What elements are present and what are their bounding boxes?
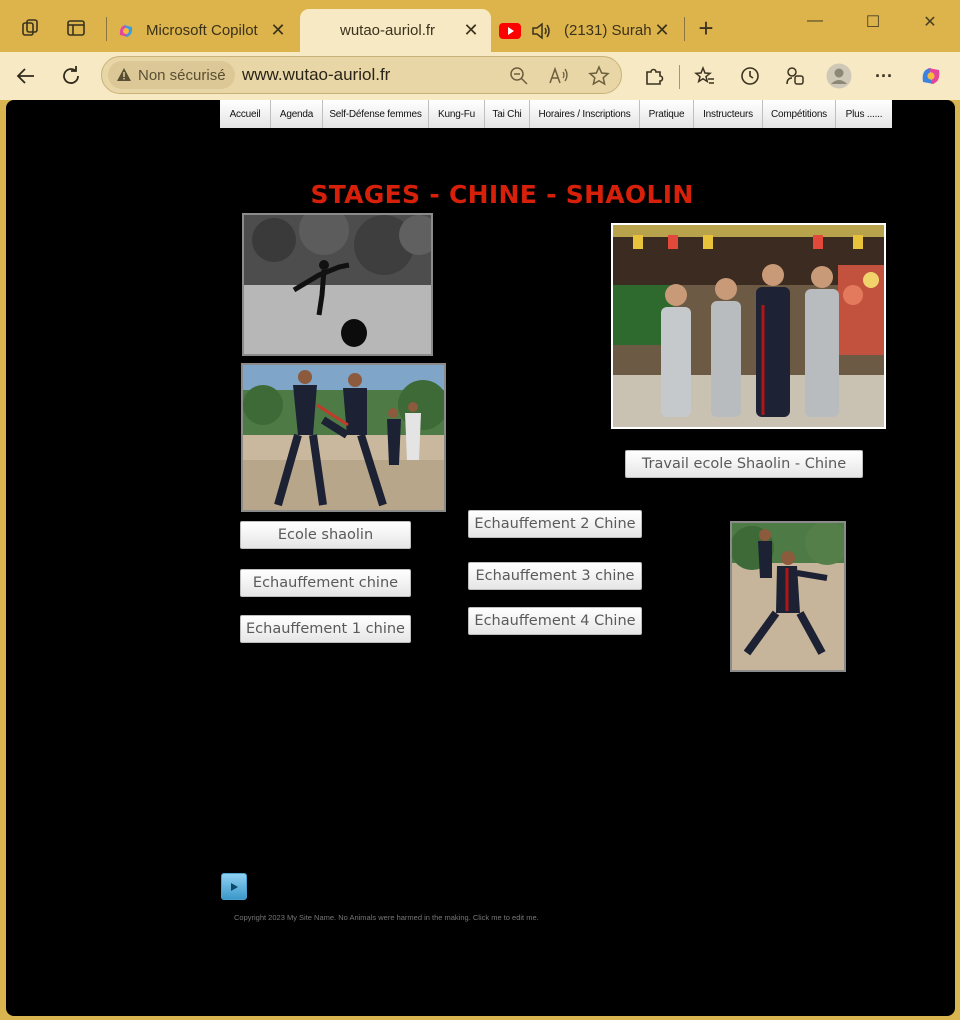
security-indicator[interactable]: Non sécurisé [108,61,235,89]
photo-partner-training[interactable] [241,363,446,512]
extensions-icon[interactable] [641,63,667,89]
youtube-favicon [499,22,521,39]
profile-icon[interactable] [826,63,852,89]
security-label: Non sécurisé [138,66,226,84]
more-icon[interactable]: ··· [871,63,897,89]
echauffement-2-chine-button[interactable]: Echauffement 2 Chine [468,510,642,538]
tab-bar: Microsoft Copilot ✕ wutao-auriol.fr ✕ (2… [0,0,960,52]
tab-close-icon[interactable]: ✕ [268,20,288,41]
tab-label: wutao-auriol.fr [340,22,436,39]
warning-icon [116,67,132,83]
nav-kung-fu[interactable]: Kung-Fu [429,100,485,128]
copilot-favicon [116,21,136,41]
copyright-text[interactable]: Copyright 2023 My Site Name. No Animals … [234,913,539,922]
close-window-icon[interactable]: ✕ [915,12,945,32]
new-tab-button[interactable]: + [692,13,720,43]
photo-jump-kick[interactable] [242,213,433,356]
url-text[interactable]: www.wutao-auriol.fr [242,65,390,85]
echauffement-3-chine-button[interactable]: Echauffement 3 chine [468,562,642,590]
history-icon[interactable] [737,63,763,89]
tab-label: Microsoft Copilot [146,22,258,39]
nav-instructeurs[interactable]: Instructeurs [694,100,763,128]
tab-actions-icon[interactable] [62,14,90,42]
favorite-star-icon[interactable] [588,65,610,87]
nav-pratique[interactable]: Pratique [640,100,694,128]
page-viewport: Accueil Agenda Self-Défense femmes Kung-… [6,100,955,1016]
nav-accueil[interactable]: Accueil [220,100,271,128]
zoom-icon[interactable] [508,65,530,87]
tab-copilot[interactable]: Microsoft Copilot ✕ [110,9,298,52]
site-nav: Accueil Agenda Self-Défense femmes Kung-… [220,100,892,128]
refresh-icon[interactable] [56,62,86,90]
copilot-icon[interactable] [918,63,944,89]
echauffement-4-chine-button[interactable]: Echauffement 4 Chine [468,607,642,635]
back-icon[interactable] [11,62,41,90]
minimize-icon[interactable]: — [800,12,830,30]
speaker-icon[interactable] [530,20,552,42]
play-icon[interactable] [221,873,247,900]
tab-close-icon[interactable]: ✕ [461,20,481,41]
photo-stance[interactable] [730,521,846,672]
workspaces-icon[interactable] [17,14,45,42]
maximize-icon[interactable]: ☐ [858,12,888,32]
nav-competitions[interactable]: Compétitions [763,100,836,128]
echauffement-chine-button[interactable]: Echauffement chine [240,569,411,597]
nav-self-defense[interactable]: Self-Défense femmes [323,100,429,128]
address-bar[interactable]: Non sécurisé www.wutao-auriol.fr [101,56,622,94]
collections-icon[interactable] [782,63,808,89]
tab-youtube[interactable]: (2131) Surah ✕ [492,9,682,52]
photo-group-monks[interactable] [611,223,886,429]
tab-separator [106,17,107,41]
nav-agenda[interactable]: Agenda [271,100,323,128]
page-title: STAGES - CHINE - SHAOLIN [310,180,694,209]
nav-plus[interactable]: Plus ...... [836,100,892,128]
tab-separator [684,17,685,41]
tab-wutao[interactable]: wutao-auriol.fr ✕ [300,9,491,52]
read-aloud-icon[interactable] [548,65,570,87]
ecole-shaolin-button[interactable]: Ecole shaolin [240,521,411,549]
nav-tai-chi[interactable]: Tai Chi [485,100,530,128]
travail-ecole-shaolin-button[interactable]: Travail ecole Shaolin - Chine [625,450,863,478]
echauffement-1-chine-button[interactable]: Echauffement 1 chine [240,615,411,643]
toolbar-separator [679,65,680,89]
browser-toolbar: Non sécurisé www.wutao-auriol.fr ··· [0,52,960,100]
favorites-icon[interactable] [692,63,718,89]
tab-label: (2131) Surah [564,22,652,39]
nav-horaires[interactable]: Horaires / Inscriptions [530,100,640,128]
tab-close-icon[interactable]: ✕ [652,20,672,41]
